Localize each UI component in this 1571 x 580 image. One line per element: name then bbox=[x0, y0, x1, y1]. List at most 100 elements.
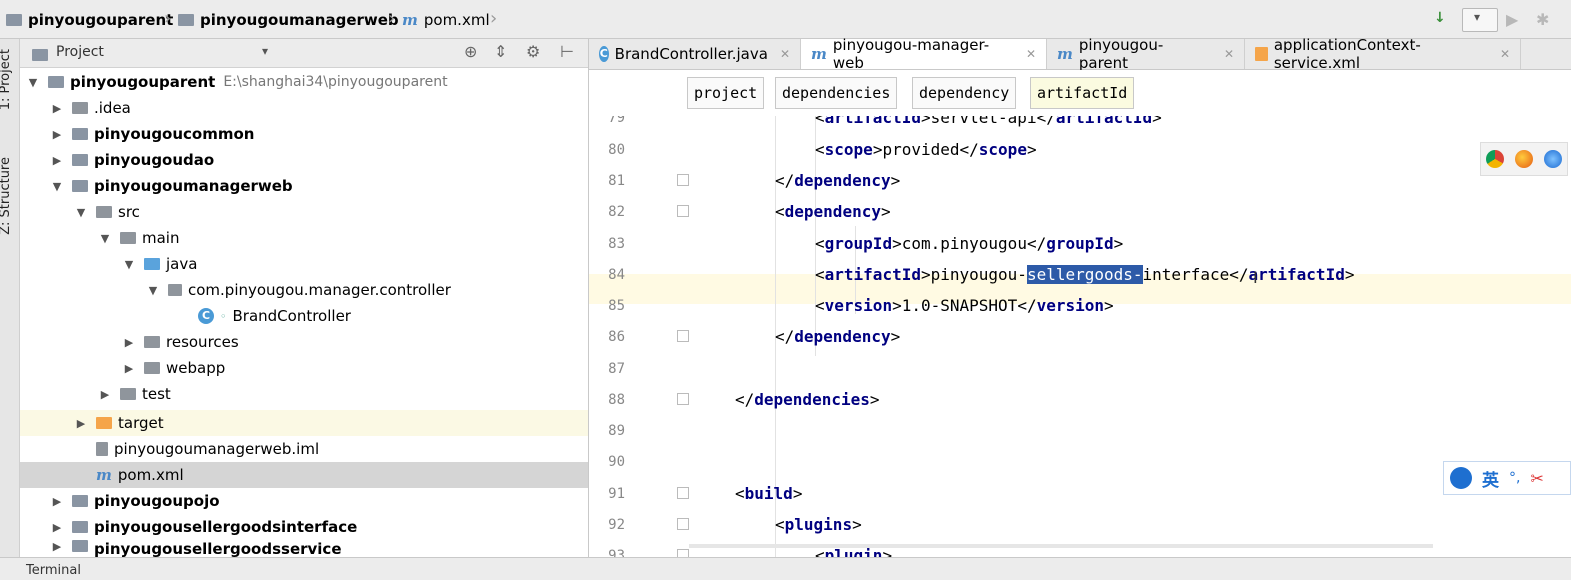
tree-item-sellergoodsservice[interactable]: ▶ pinyougousellergoodsservice bbox=[20, 540, 618, 557]
line-number: 82 bbox=[608, 204, 625, 220]
xml-crumb-artifactid[interactable]: artifactId bbox=[1030, 77, 1135, 109]
tree-label: resources bbox=[166, 333, 239, 351]
tree-label: BrandController bbox=[232, 307, 351, 325]
tool-window-strip: 1: Project Z: Structure bbox=[0, 39, 20, 557]
terminal-tab[interactable]: Terminal bbox=[26, 563, 81, 578]
target-icon[interactable]: ⊕ bbox=[464, 42, 477, 61]
sort-icon[interactable]: ↓ bbox=[1434, 10, 1446, 26]
expand-arrow-icon: ▼ bbox=[100, 231, 110, 245]
xml-crumb-dependencies[interactable]: dependencies bbox=[775, 77, 898, 109]
line-number: 89 bbox=[608, 423, 625, 439]
close-icon[interactable]: ✕ bbox=[1026, 47, 1036, 61]
web-folder-icon bbox=[144, 362, 160, 374]
tab-label: BrandController.java bbox=[614, 45, 768, 63]
tree-label: .idea bbox=[94, 99, 131, 117]
access-icon: ◦ bbox=[220, 309, 227, 323]
line-number: 86 bbox=[608, 329, 625, 345]
breadcrumb-project[interactable]: pinyougouparent bbox=[6, 9, 173, 31]
browser-preview-icons bbox=[1480, 142, 1568, 176]
punctuation-icon[interactable]: °, bbox=[1509, 470, 1520, 486]
breadcrumb-file[interactable]: m pom.xml bbox=[402, 9, 490, 31]
tab-applicationcontext-service[interactable]: applicationContext-service.xml ✕ bbox=[1245, 36, 1521, 72]
run-config-dropdown[interactable]: ▾ bbox=[1462, 8, 1498, 32]
hide-icon[interactable]: ⊢ bbox=[560, 42, 574, 61]
tree-item-pom[interactable]: m pom.xml bbox=[20, 462, 664, 488]
collapse-icon[interactable]: ⇕ bbox=[494, 42, 507, 61]
chevron-right-icon: › bbox=[164, 8, 172, 29]
navigation-bar: pinyougouparent › pinyougoumanagerweb › … bbox=[0, 0, 1571, 39]
ime-logo-icon[interactable] bbox=[1450, 467, 1472, 489]
line-number: 79 bbox=[608, 116, 625, 126]
debug-icon[interactable]: ✱ bbox=[1536, 10, 1549, 29]
close-icon[interactable]: ✕ bbox=[780, 47, 790, 61]
project-tool-tab[interactable]: 1: Project bbox=[0, 49, 13, 110]
tree-label: pinyougoucommon bbox=[94, 125, 255, 143]
code-line-81: </dependency> bbox=[775, 171, 901, 190]
code-line-80: <scope>provided</scope> bbox=[815, 140, 1037, 159]
code-editor[interactable]: 79 80 81 82 83 84 85 86 87 88 89 90 91 9… bbox=[589, 116, 1571, 557]
tree-item-main[interactable]: ▼ main bbox=[20, 225, 666, 251]
chevron-down-icon[interactable]: ▾ bbox=[262, 44, 268, 58]
scissors-icon[interactable]: ✂ bbox=[1530, 469, 1543, 488]
xml-crumb-dependency[interactable]: dependency bbox=[912, 77, 1017, 109]
xml-crumb-project[interactable]: project bbox=[687, 77, 765, 109]
tree-label: pinyougoumanagerweb.iml bbox=[114, 440, 320, 458]
tree-item-pinyougoudao[interactable]: ▶ pinyougoudao bbox=[20, 147, 618, 173]
tree-item-pinyougoumanagerweb[interactable]: ▼ pinyougoumanagerweb bbox=[20, 173, 618, 199]
project-view-icon bbox=[32, 49, 48, 61]
folder-icon bbox=[120, 232, 136, 244]
crumb-label: pom.xml bbox=[423, 11, 490, 29]
fold-marker[interactable] bbox=[677, 174, 689, 186]
tab-pinyougou-manager-web[interactable]: m pinyougou-manager-web ✕ bbox=[801, 36, 1047, 72]
tab-pinyougou-parent[interactable]: m pinyougou-parent ✕ bbox=[1047, 36, 1245, 72]
tree-item-pinyougoucommon[interactable]: ▶ pinyougoucommon bbox=[20, 121, 618, 147]
spring-xml-icon bbox=[1255, 47, 1268, 61]
line-number: 92 bbox=[608, 517, 625, 533]
tree-item-pinyougoupojo[interactable]: ▶ pinyougoupojo bbox=[20, 488, 618, 514]
horizontal-scrollbar[interactable] bbox=[689, 544, 1433, 548]
resources-folder-icon bbox=[144, 336, 160, 348]
tree-label: pinyougousellergoodsservice bbox=[94, 540, 342, 557]
tree-item-target[interactable]: ▶ target bbox=[20, 410, 642, 436]
structure-tool-tab[interactable]: Z: Structure bbox=[0, 157, 13, 235]
close-icon[interactable]: ✕ bbox=[1500, 47, 1510, 61]
collapse-arrow-icon: ▶ bbox=[100, 387, 110, 401]
tree-label: java bbox=[166, 255, 198, 273]
ime-language[interactable]: 英 bbox=[1482, 466, 1499, 491]
line-number: 80 bbox=[608, 142, 625, 158]
code-line-84: <artifactId>pinyougou-sellergoods-interf… bbox=[815, 265, 1355, 284]
tree-item-test[interactable]: ▶ test bbox=[20, 381, 666, 407]
fold-marker[interactable] bbox=[677, 518, 689, 530]
code-line-92: <plugins> bbox=[775, 515, 862, 534]
tree-path-hint: E:\shanghai34\pinyougouparent bbox=[223, 74, 448, 90]
module-file-icon bbox=[96, 442, 108, 456]
tab-brandcontroller[interactable]: C BrandController.java ✕ bbox=[589, 39, 801, 69]
fold-marker[interactable] bbox=[677, 549, 689, 557]
chrome-icon[interactable] bbox=[1486, 150, 1505, 168]
module-folder-icon bbox=[72, 540, 88, 552]
collapse-arrow-icon: ▶ bbox=[52, 153, 62, 167]
collapse-arrow-icon: ▶ bbox=[76, 416, 86, 430]
fold-marker[interactable] bbox=[677, 330, 689, 342]
gear-icon[interactable]: ⚙ bbox=[526, 42, 540, 61]
fold-marker[interactable] bbox=[677, 393, 689, 405]
tree-item-iml[interactable]: pinyougoumanagerweb.iml bbox=[20, 436, 664, 462]
tree-label: pinyougoudao bbox=[94, 151, 215, 169]
folder-icon bbox=[72, 102, 88, 114]
tree-item-pinyougouparent[interactable]: ▼ pinyougouparent E:\shanghai34\pinyougo… bbox=[20, 69, 594, 95]
close-icon[interactable]: ✕ bbox=[1224, 47, 1234, 61]
tree-item-idea[interactable]: ▶ .idea bbox=[20, 95, 618, 121]
firefox-icon[interactable] bbox=[1514, 150, 1533, 168]
breadcrumb-module[interactable]: pinyougoumanagerweb bbox=[178, 9, 399, 31]
fold-marker[interactable] bbox=[677, 205, 689, 217]
safari-icon[interactable] bbox=[1543, 150, 1562, 168]
fold-marker[interactable] bbox=[677, 487, 689, 499]
editor-tab-bar: C BrandController.java ✕ m pinyougou-man… bbox=[589, 36, 1571, 72]
tree-item-src[interactable]: ▼ src bbox=[20, 199, 642, 225]
crumb-label: pinyougoumanagerweb bbox=[200, 11, 399, 29]
run-icon[interactable]: ▶ bbox=[1506, 10, 1518, 29]
line-number: 84 bbox=[608, 267, 625, 283]
tree-item-sellergoodsinterface[interactable]: ▶ pinyougousellergoodsinterface bbox=[20, 514, 618, 540]
line-number: 91 bbox=[608, 486, 625, 502]
collapse-arrow-icon: ▶ bbox=[52, 540, 62, 553]
